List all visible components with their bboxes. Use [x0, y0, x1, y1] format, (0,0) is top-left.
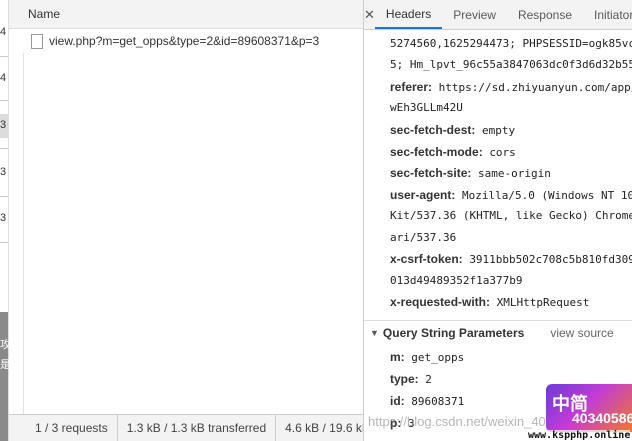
header-key: sec-fetch-site: [390, 166, 472, 180]
header-value: same-origin [477, 167, 551, 180]
strip-number: 3 [0, 212, 7, 224]
header-line: wEh3GLLm42U [390, 101, 463, 114]
close-icon[interactable]: ✕ [364, 0, 375, 29]
param-value: get_opps [411, 351, 465, 364]
network-status-bar: 1 / 3 requests 1.3 kB / 1.3 kB transferr… [9, 414, 363, 441]
header-line: sec-fetch-site: same-origin [390, 166, 551, 180]
strip-divider [0, 56, 8, 57]
site-logo: 中简 40340586 [546, 384, 632, 432]
column-gridline [23, 53, 24, 414]
header-line: 5; Hm_lpvt_96c55a3847063dc0f3d6d32b55 [390, 58, 632, 71]
document-icon [31, 33, 43, 49]
column-header-label: Name [28, 7, 61, 21]
header-key: sec-fetch-dest: [390, 123, 476, 137]
strip-divider [0, 196, 8, 197]
param-value: 2 [425, 373, 432, 386]
strip-number: 3 [0, 119, 7, 131]
header-line: referer: https://sd.zhiyuanyun.com/app/ [390, 80, 632, 94]
strip-number: 3 [0, 166, 7, 178]
header-value: 013d49489352f1a377b9 [390, 274, 523, 287]
details-tab-bar: ✕ Headers Preview Response Initiator [364, 0, 632, 30]
header-value: Mozilla/5.0 (Windows NT 10 [461, 189, 632, 202]
header-value: https://sd.zhiyuanyun.com/app/ [438, 81, 632, 94]
strip-divider [0, 148, 8, 149]
param-line: id: 89608371 [390, 394, 464, 408]
strip-divider [0, 242, 8, 243]
param-key: id: [390, 394, 405, 408]
header-line: x-csrf-token: 3911bbb502c708c5b810fd309 [390, 252, 632, 266]
tab-response[interactable]: Response [507, 0, 583, 29]
query-params-section-header[interactable]: ▼ Query String Parameters view source [364, 320, 632, 345]
request-row[interactable]: view.php?m=get_opps&type=2&id=89608371&p… [9, 29, 363, 53]
request-name: view.php?m=get_opps&type=2&id=89608371&p… [49, 34, 320, 48]
header-key: user-agent: [390, 188, 456, 202]
strip-dark-block: 攻 是 [0, 312, 11, 441]
header-line: 013d49489352f1a377b9 [390, 274, 522, 287]
strip-divider [0, 100, 8, 101]
header-key: referer: [390, 80, 433, 94]
param-value: 89608371 [411, 395, 465, 408]
strip-number: 4 [0, 72, 7, 84]
header-line: x-requested-with: XMLHttpRequest [390, 295, 589, 309]
status-transferred: 1.3 kB / 1.3 kB transferred [118, 415, 277, 441]
header-value: 5; Hm_lpvt_96c55a3847063dc0f3d6d32b55 [390, 58, 632, 71]
header-value: cors [489, 146, 516, 159]
param-key: type: [390, 372, 419, 386]
header-line: 5274560,1625294473; PHPSESSID=ogk85vc [390, 37, 632, 50]
request-details-panel: ✕ Headers Preview Response Initiator 527… [364, 0, 632, 441]
header-value: ari/537.36 [390, 231, 457, 244]
triangle-down-icon[interactable]: ▼ [370, 328, 379, 338]
param-line: m: get_opps [390, 350, 464, 364]
param-key: m: [390, 350, 405, 364]
header-value: 5274560,1625294473; PHPSESSID=ogk85vc [390, 37, 632, 50]
strip-number: 4 [0, 26, 7, 38]
left-edge-strip: 4 4 3 3 3 攻 是 [0, 0, 11, 441]
header-line: sec-fetch-dest: empty [390, 123, 515, 137]
header-key: sec-fetch-mode: [390, 145, 483, 159]
param-line: type: 2 [390, 372, 432, 386]
header-value: XMLHttpRequest [496, 296, 590, 309]
status-resources: 4.6 kB / 19.6 kB [276, 415, 363, 441]
name-column-header[interactable]: Name [9, 0, 363, 29]
tab-initiator[interactable]: Initiator [583, 0, 632, 29]
tab-preview[interactable]: Preview [442, 0, 507, 29]
tab-headers[interactable]: Headers [374, 0, 443, 29]
header-line: sec-fetch-mode: cors [390, 145, 516, 159]
section-title: Query String Parameters [382, 326, 525, 340]
header-line: ari/537.36 [390, 231, 456, 244]
site-url-watermark: www.kspphp.online [528, 430, 631, 441]
header-value: 3911bbb502c708c5b810fd309 [469, 253, 632, 266]
status-requests: 1 / 3 requests [9, 415, 118, 441]
header-line: user-agent: Mozilla/5.0 (Windows NT 10 [390, 188, 632, 202]
header-value: wEh3GLLm42U [390, 101, 463, 114]
header-key: x-requested-with: [390, 295, 491, 309]
header-value: Kit/537.36 (KHTML, like Gecko) Chrome [390, 209, 632, 222]
view-source-link[interactable]: view source [550, 326, 613, 340]
header-value: empty [481, 124, 516, 137]
header-key: x-csrf-token: [390, 252, 463, 266]
logo-digits: 40340586 [572, 410, 632, 426]
request-list-panel: Name view.php?m=get_opps&type=2&id=89608… [9, 0, 364, 441]
header-line: Kit/537.36 (KHTML, like Gecko) Chrome [390, 209, 632, 222]
